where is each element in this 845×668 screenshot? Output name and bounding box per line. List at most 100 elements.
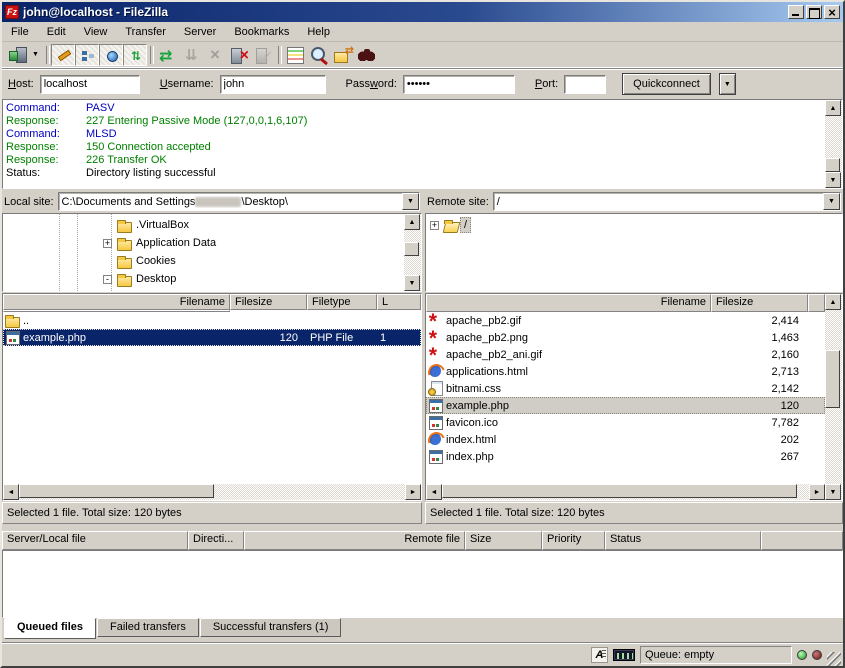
menu-item[interactable]: File (2, 24, 38, 40)
process-queue-button[interactable] (179, 44, 203, 66)
tree-expander[interactable]: - (103, 275, 112, 284)
tree-item[interactable]: - Desktop (3, 270, 404, 288)
column-header[interactable]: Filesize (230, 294, 307, 310)
file-row[interactable]: example.php 120 PHP File 1 (3, 329, 421, 346)
chevron-down-icon[interactable] (823, 193, 840, 210)
refresh-button[interactable] (155, 44, 179, 66)
tree-item[interactable]: Cookies (3, 252, 404, 270)
menu-item[interactable]: Server (175, 24, 225, 40)
find-files-button[interactable] (355, 44, 379, 66)
menu-item[interactable]: Help (298, 24, 339, 40)
column-header[interactable]: Server/Local file (2, 531, 188, 550)
scroll-right-icon[interactable] (809, 484, 825, 500)
file-row[interactable]: .. (3, 312, 421, 329)
file-row[interactable]: index.php 267 (426, 448, 825, 465)
column-header[interactable]: Size (465, 531, 542, 550)
close-button[interactable] (824, 5, 840, 19)
host-input[interactable] (40, 75, 140, 94)
tree-item[interactable]: .VirtualBox (3, 216, 404, 234)
toggle-local-tree-button[interactable] (75, 44, 99, 66)
tree-expander[interactable]: + (430, 221, 439, 230)
quickconnect-button[interactable]: Quickconnect (622, 73, 711, 95)
file-row[interactable]: example.php 120 (426, 397, 825, 414)
toggle-remote-tree-button[interactable] (99, 44, 123, 66)
transfer-queue-list[interactable] (2, 550, 843, 618)
scroll-left-icon[interactable] (3, 484, 19, 500)
scroll-left-icon[interactable] (426, 484, 442, 500)
menu-item[interactable]: View (75, 24, 117, 40)
maximize-button[interactable] (806, 5, 822, 19)
file-row[interactable]: index.html 202 (426, 431, 825, 448)
scrollbar-thumb[interactable] (825, 350, 840, 408)
toolbar-separator[interactable] (43, 44, 51, 66)
toolbar-separator[interactable] (275, 44, 283, 66)
scroll-down-icon[interactable] (404, 275, 420, 291)
file-row[interactable]: apache_pb2.gif 2,414 (426, 312, 825, 329)
local-list-hscrollbar[interactable] (3, 484, 421, 500)
queue-tab[interactable]: Failed transfers (97, 618, 199, 637)
scroll-down-icon[interactable] (825, 172, 841, 188)
username-input[interactable] (220, 75, 326, 94)
file-row[interactable]: favicon.ico 7,782 (426, 414, 825, 431)
tree-expander[interactable]: + (103, 239, 112, 248)
remote-list-hscrollbar[interactable] (426, 484, 825, 500)
scroll-up-icon[interactable] (825, 294, 841, 310)
column-header[interactable]: Directi... (188, 531, 244, 550)
queue-tab[interactable]: Queued files (4, 618, 96, 639)
column-header[interactable]: L (377, 294, 421, 310)
reconnect-button[interactable] (251, 44, 275, 66)
column-header[interactable]: Priority (542, 531, 605, 550)
password-input[interactable] (403, 75, 515, 94)
menu-item[interactable]: Transfer (116, 24, 175, 40)
site-manager-dropdown[interactable] (29, 44, 43, 66)
speed-limit-indicator-icon[interactable] (613, 649, 635, 661)
toggle-message-log-button[interactable] (51, 44, 75, 66)
menu-item[interactable]: Edit (38, 24, 75, 40)
queue-tab[interactable]: Successful transfers (1) (200, 618, 342, 637)
tree-item[interactable]: + Application Data (3, 234, 404, 252)
column-header[interactable]: Filesize (711, 294, 808, 312)
column-header[interactable]: Filename (3, 294, 230, 310)
menu-bar: FileEditViewTransferServerBookmarksHelp (2, 22, 843, 42)
site-manager-button[interactable] (5, 44, 29, 66)
toggle-queue-button[interactable] (123, 44, 147, 66)
remote-list-scrollbar[interactable] (825, 294, 842, 500)
column-header[interactable]: Remote file (244, 531, 465, 550)
log-scrollbar[interactable] (825, 100, 842, 188)
remote-site-combo[interactable]: / (493, 192, 841, 211)
scroll-up-icon[interactable] (404, 214, 420, 230)
filter-button[interactable] (283, 44, 307, 66)
port-input[interactable] (564, 75, 606, 94)
scrollbar-thumb[interactable] (825, 158, 840, 172)
tree-item[interactable]: + / (426, 216, 842, 234)
scroll-up-icon[interactable] (825, 100, 841, 116)
cancel-button[interactable] (203, 44, 227, 66)
synchronized-browsing-button[interactable] (331, 44, 355, 66)
column-header[interactable]: Filename (426, 294, 711, 312)
file-row[interactable]: bitnami.css 2,142 (426, 380, 825, 397)
toolbar-separator[interactable] (147, 44, 155, 66)
column-header[interactable]: Filetype (307, 294, 377, 310)
quickconnect-dropdown[interactable] (719, 73, 736, 95)
transfer-type-indicator-icon[interactable]: A (591, 647, 608, 663)
local-tree-scrollbar[interactable] (404, 214, 421, 291)
chevron-down-icon[interactable] (402, 193, 419, 210)
resize-grip[interactable] (827, 652, 841, 666)
scroll-down-icon[interactable] (825, 484, 841, 500)
directory-comparison-button[interactable] (307, 44, 331, 66)
file-row[interactable]: apache_pb2_ani.gif 2,160 (426, 346, 825, 363)
local-site-combo[interactable]: C:\Documents and Settings\Desktop\ (58, 192, 420, 211)
column-header[interactable]: Status (605, 531, 761, 550)
scroll-right-icon[interactable] (405, 484, 421, 500)
scrollbar-thumb[interactable] (442, 484, 797, 498)
titlebar[interactable]: Fz john@localhost - FileZilla (2, 2, 843, 22)
file-row[interactable]: apache_pb2.png 1,463 (426, 329, 825, 346)
remote-directory-tree: + / (425, 213, 843, 292)
scrollbar-thumb[interactable] (404, 242, 419, 256)
minimize-button[interactable] (788, 5, 804, 19)
file-row[interactable]: applications.html 2,713 (426, 363, 825, 380)
menu-item[interactable]: Bookmarks (225, 24, 298, 40)
scrollbar-thumb[interactable] (19, 484, 214, 498)
folder-icon (116, 236, 133, 251)
disconnect-button[interactable] (227, 44, 251, 66)
